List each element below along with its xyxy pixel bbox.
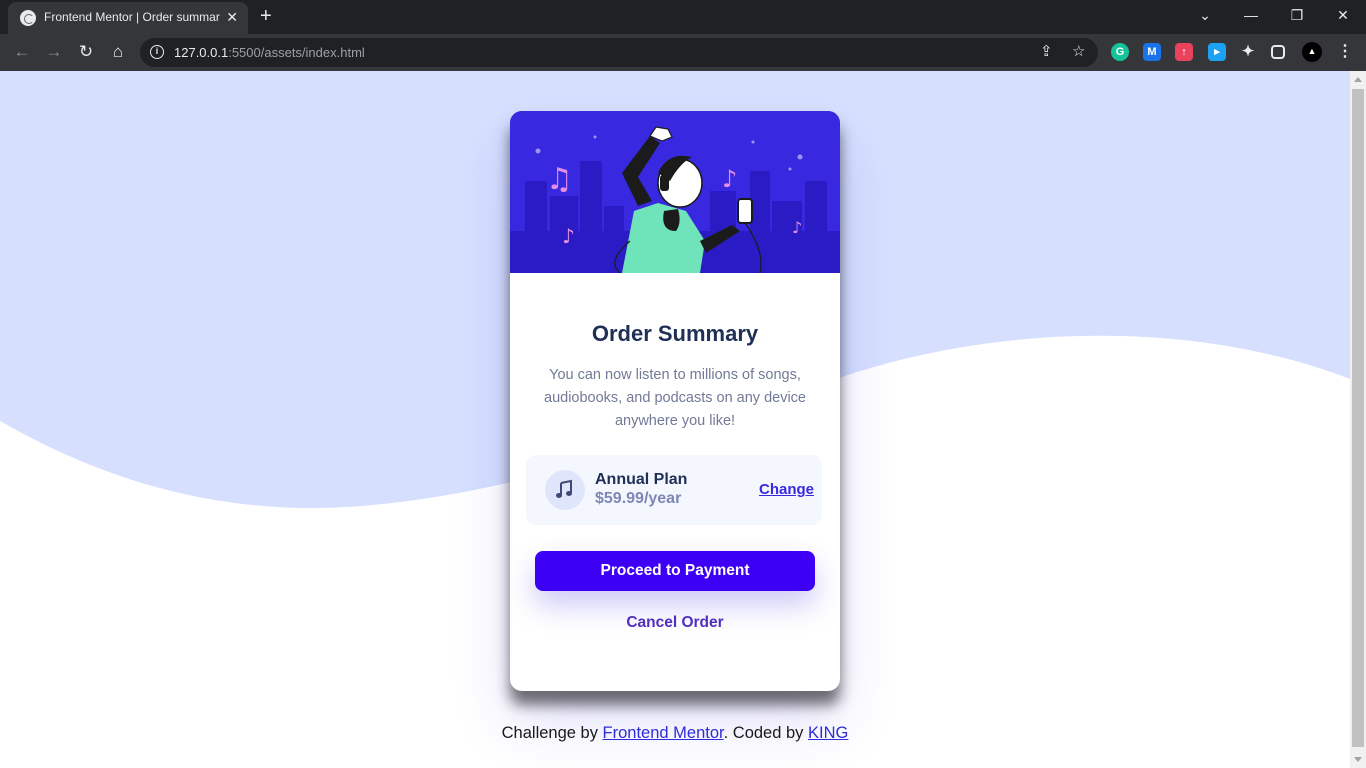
reload-icon[interactable]: ↻: [74, 40, 98, 64]
blue-extension-icon[interactable]: ▸: [1208, 43, 1226, 61]
puzzle-icon[interactable]: ✦: [1239, 43, 1257, 61]
forward-icon[interactable]: →: [42, 40, 66, 64]
svg-text:♫: ♫: [546, 162, 573, 197]
plan-name: Annual Plan: [595, 471, 688, 488]
page-viewport: ♫ ♪ ♪ ♪ Order Summary You can now listen…: [0, 71, 1350, 768]
order-summary-card: ♫ ♪ ♪ ♪ Order Summary You can now listen…: [510, 111, 840, 691]
address-bar[interactable]: i 127.0.0.1:5500/assets/index.html ⇪ ☆: [140, 38, 1098, 67]
home-icon[interactable]: ⌂: [106, 40, 130, 64]
profile-avatar[interactable]: ▲: [1302, 42, 1322, 62]
tab-title: Frontend Mentor | Order summary: [44, 10, 220, 24]
attribution-middle: . Coded by: [723, 724, 809, 742]
menu-icon[interactable]: ⋮: [1336, 43, 1354, 61]
scroll-down-arrow-icon[interactable]: [1354, 757, 1362, 762]
browser-tab-bar: Frontend Mentor | Order summary ✕ + ⌄ — …: [0, 0, 1366, 34]
red-extension-icon[interactable]: ↑: [1175, 43, 1193, 61]
music-note-icon: [545, 470, 585, 510]
plan-price: $59.99/year: [595, 490, 682, 507]
change-plan-link[interactable]: Change: [759, 481, 814, 498]
new-tab-button[interactable]: +: [260, 6, 272, 26]
cancel-order-button[interactable]: Cancel Order: [510, 614, 840, 632]
browser-tab[interactable]: Frontend Mentor | Order summary ✕: [8, 2, 248, 34]
attribution: Challenge by Frontend Mentor. Coded by K…: [0, 724, 1350, 743]
attribution-prefix: Challenge by: [501, 724, 603, 742]
frontend-mentor-link[interactable]: Frontend Mentor: [603, 724, 724, 742]
plan-box: Annual Plan $59.99/year Change: [526, 455, 822, 525]
proceed-to-payment-button[interactable]: Proceed to Payment: [535, 551, 815, 591]
tab-close-icon[interactable]: ✕: [226, 9, 238, 25]
browser-toolbar: ← → ↻ ⌂ i 127.0.0.1:5500/assets/index.ht…: [0, 34, 1366, 71]
scroll-up-arrow-icon[interactable]: [1354, 77, 1362, 82]
card-title: Order Summary: [591, 321, 759, 346]
hero-illustration: ♫ ♪ ♪ ♪: [510, 111, 840, 273]
tab-search-icon[interactable]: ⌄: [1190, 4, 1220, 26]
favicon-icon: [20, 10, 36, 26]
site-info-icon[interactable]: i: [150, 45, 164, 59]
url-text[interactable]: 127.0.0.1:5500/assets/index.html: [174, 45, 365, 60]
page-scrollbar[interactable]: [1350, 71, 1366, 768]
sidepanel-icon[interactable]: [1271, 45, 1285, 59]
scroll-thumb[interactable]: [1352, 89, 1364, 747]
author-link[interactable]: KING: [808, 724, 848, 742]
share-icon[interactable]: ⇪: [1040, 44, 1053, 60]
close-window-icon[interactable]: ✕: [1328, 4, 1358, 26]
card-description: You can now listen to millions of songs,…: [544, 367, 806, 429]
bookmark-star-icon[interactable]: ☆: [1072, 44, 1085, 60]
back-icon[interactable]: ←: [10, 40, 34, 64]
minimize-icon[interactable]: —: [1236, 4, 1266, 26]
grammarly-icon[interactable]: G: [1111, 43, 1129, 61]
svg-text:♪: ♪: [792, 218, 802, 237]
svg-text:♪: ♪: [722, 165, 737, 193]
svg-text:♪: ♪: [562, 224, 575, 248]
restore-icon[interactable]: ❐: [1282, 4, 1312, 26]
m-extension-icon[interactable]: M: [1143, 43, 1161, 61]
